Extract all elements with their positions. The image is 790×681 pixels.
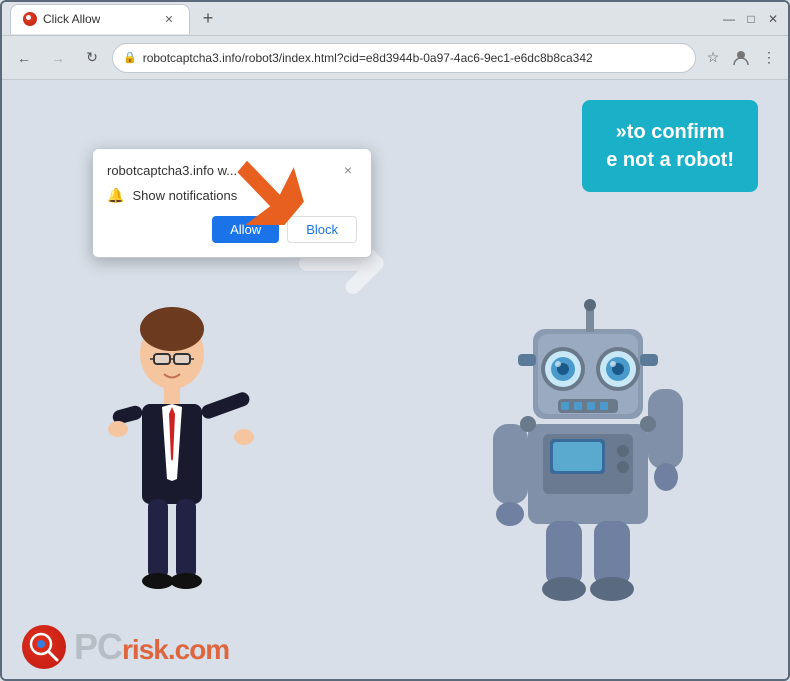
back-button[interactable]: ← xyxy=(10,44,38,72)
menu-icon[interactable]: ⋮ xyxy=(758,47,780,69)
person-illustration xyxy=(82,299,262,619)
orange-arrow xyxy=(220,135,320,225)
tab-title: Click Allow xyxy=(43,12,100,26)
maximize-button[interactable]: □ xyxy=(744,12,758,26)
popup-close-button[interactable]: × xyxy=(339,161,357,179)
bell-icon: 🔔 xyxy=(107,187,124,204)
window-controls: — □ ✕ xyxy=(722,12,780,26)
teal-line2: e not a robot! xyxy=(606,149,734,171)
title-bar-left: Click Allow ✕ + xyxy=(10,4,722,34)
teal-banner: »to confirm e not a robot! xyxy=(582,100,758,192)
pcrisk-text: PCrisk.com xyxy=(74,626,229,668)
url-text: robotcaptcha3.info/robot3/index.html?cid… xyxy=(143,51,685,65)
teal-line1: »to confirm xyxy=(616,121,725,143)
lock-icon: 🔒 xyxy=(123,51,137,64)
forward-button[interactable]: → xyxy=(44,44,72,72)
robot-illustration xyxy=(488,299,708,619)
minimize-button[interactable]: — xyxy=(722,12,736,26)
pcrisk-logo: PCrisk.com xyxy=(22,625,229,669)
pcrisk-icon xyxy=(22,625,66,669)
reload-button[interactable]: ↻ xyxy=(78,44,106,72)
profile-icon[interactable] xyxy=(730,47,752,69)
title-bar: Click Allow ✕ + — □ ✕ xyxy=(2,2,788,36)
new-tab-button[interactable]: + xyxy=(194,5,222,33)
browser-window: Click Allow ✕ + — □ ✕ ← → ↻ 🔒 robotcaptc… xyxy=(0,0,790,681)
nav-bar: ← → ↻ 🔒 robotcaptcha3.info/robot3/index.… xyxy=(2,36,788,80)
popup-site-name: robotcaptcha3.info w... xyxy=(107,163,237,178)
address-bar[interactable]: 🔒 robotcaptcha3.info/robot3/index.html?c… xyxy=(112,43,696,73)
close-button[interactable]: ✕ xyxy=(766,12,780,26)
tab-close-button[interactable]: ✕ xyxy=(161,11,177,27)
tab-favicon xyxy=(23,12,37,26)
page-content: ➜ »to confirm e not a robot! xyxy=(2,80,788,679)
browser-tab[interactable]: Click Allow ✕ xyxy=(10,4,190,34)
bookmark-icon[interactable]: ☆ xyxy=(702,47,724,69)
